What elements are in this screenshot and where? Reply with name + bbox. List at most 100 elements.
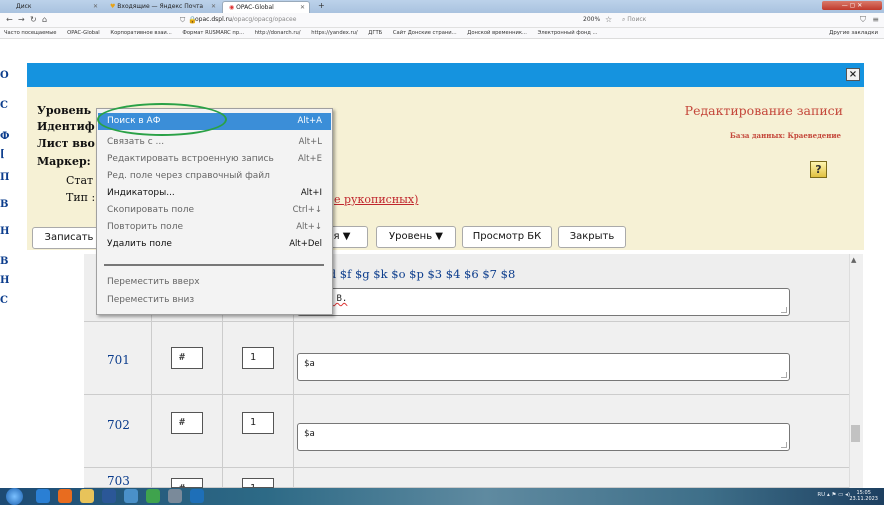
- scroll-up-icon[interactable]: ▲: [851, 256, 856, 264]
- tab-yandex-mail[interactable]: ♥ Входящие — Яндекс Почта ✕: [104, 1, 220, 13]
- menu-item-label: Индикаторы...: [107, 188, 175, 198]
- back-icon[interactable]: ←: [6, 15, 13, 24]
- menu-item-edit-via-reference[interactable]: Ред. поле через справочный файл: [98, 168, 331, 185]
- bookmark-item[interactable]: Донской временник...: [467, 30, 527, 36]
- indicator1-input[interactable]: #: [171, 478, 203, 488]
- close-icon[interactable]: ✕: [93, 3, 98, 10]
- star-icon[interactable]: ☆: [605, 15, 612, 24]
- ie-icon[interactable]: [36, 489, 50, 503]
- indicator2-input[interactable]: 1: [242, 347, 274, 369]
- scrollbar[interactable]: [849, 254, 863, 488]
- menu-icon[interactable]: ≡: [872, 15, 879, 24]
- app-icon[interactable]: [124, 489, 138, 503]
- menu-item-label: Ред. поле через справочный файл: [107, 171, 270, 181]
- field-value-input[interactable]: $a: [297, 423, 790, 451]
- left-letter: В: [0, 199, 9, 210]
- search-placeholder: Поиск: [627, 16, 647, 23]
- zoom-level[interactable]: 200%: [583, 16, 600, 23]
- pocket-icon[interactable]: ⛉: [860, 15, 866, 25]
- menu-item-label: Переместить вниз: [107, 295, 195, 305]
- view-bk-button[interactable]: Просмотр БК: [462, 226, 552, 248]
- bookmark-item[interactable]: Электронный фонд ...: [538, 30, 598, 36]
- system-tray[interactable]: RU ▴ ⚑ ▭ ◂): [817, 492, 850, 498]
- menu-separator: [104, 264, 324, 266]
- bookmarks-bar: Часто посещаемые OPAC-Global Корпоративн…: [0, 28, 884, 39]
- bookmark-item[interactable]: ДГТБ: [368, 30, 382, 36]
- word-icon[interactable]: [102, 489, 116, 503]
- other-bookmarks[interactable]: Другие закладки: [829, 28, 878, 39]
- field-tag: 703: [107, 474, 130, 488]
- left-letter: [: [0, 149, 5, 160]
- bookmark-item[interactable]: https://yandex.ru/: [311, 30, 357, 36]
- field-tag: 702: [107, 418, 130, 432]
- menu-item-label: Связать с ...: [107, 137, 165, 147]
- menu-item-move-up[interactable]: Переместить вверх: [98, 274, 331, 291]
- field-value-input[interactable]: $a: [297, 353, 790, 381]
- field-value-text: $a: [304, 359, 315, 369]
- folder-icon[interactable]: [80, 489, 94, 503]
- tab-label: Диск: [16, 3, 32, 10]
- menu-item-label: Повторить поле: [107, 222, 183, 232]
- tab-opac-global[interactable]: ◉ OPAC-Global ✕: [222, 1, 310, 13]
- start-button[interactable]: [6, 488, 23, 505]
- close-icon[interactable]: ✕: [211, 3, 216, 10]
- menu-item-shortcut: Alt+E: [297, 154, 322, 164]
- browser-tab-bar: Диск ✕ ♥ Входящие — Яндекс Почта ✕ ◉ OPAC-…: [0, 0, 884, 13]
- clock[interactable]: 15:05 23.11.2023: [849, 490, 878, 502]
- menu-item-link-with[interactable]: Связать с ... Alt+L: [98, 134, 331, 151]
- tab-disk[interactable]: Диск ✕: [10, 1, 102, 13]
- tab-label: OPAC-Global: [236, 4, 274, 11]
- context-menu: Поиск в АФ Alt+A Связать с ... Alt+L Редак…: [96, 108, 333, 315]
- bookmark-item[interactable]: Корпоративное взаи...: [110, 30, 171, 36]
- menu-item-shortcut: Alt+L: [298, 137, 322, 147]
- bookmark-item[interactable]: OPAC-Global: [67, 30, 100, 36]
- menu-item-edit-embedded[interactable]: Редактировать встроенную запись Alt+E: [98, 151, 331, 168]
- menu-item-label: Редактировать встроенную запись: [107, 154, 274, 164]
- scroll-thumb[interactable]: [851, 425, 860, 442]
- modal-close-button[interactable]: ×: [846, 68, 860, 81]
- indicator2-input[interactable]: 1: [242, 412, 274, 434]
- url-domain: opac.dspl.ru: [195, 16, 232, 23]
- bookmark-item[interactable]: http://donarch.ru/: [255, 30, 301, 36]
- database-label: База данных: Краеведение: [729, 131, 841, 140]
- bookmark-item[interactable]: Формат RUSMARC пр...: [182, 30, 244, 36]
- window-controls[interactable]: — ▢ ✕: [822, 1, 882, 10]
- search-input[interactable]: ⌕ Поиск: [622, 16, 646, 24]
- close-icon[interactable]: ✕: [300, 4, 305, 11]
- indicator1-input[interactable]: #: [171, 347, 203, 369]
- menu-item-copy-field[interactable]: Скопировать поле Ctrl+↓: [98, 202, 331, 219]
- indicator2-input[interactable]: 1: [242, 478, 274, 488]
- app-icon[interactable]: [168, 489, 182, 503]
- type-label: Тип :: [66, 191, 96, 204]
- menu-item-repeat-field[interactable]: Повторить поле Alt+↓: [98, 219, 331, 236]
- home-icon[interactable]: ⌂: [42, 15, 47, 24]
- menu-item-shortcut: Alt+A: [297, 116, 322, 126]
- address-bar[interactable]: opac.dspl.ru/opacg/opacg/opacee: [195, 14, 430, 26]
- menu-item-shortcut: Alt+Del: [289, 239, 322, 249]
- close-button[interactable]: Закрыть: [558, 226, 626, 248]
- forward-icon[interactable]: →: [18, 15, 25, 24]
- app-icon[interactable]: [190, 489, 204, 503]
- menu-item-label: Переместить вверх: [107, 277, 200, 287]
- menu-item-delete-field[interactable]: Удалить поле Alt+Del: [98, 236, 331, 253]
- menu-item-label: Удалить поле: [107, 239, 172, 249]
- level-dropdown-button[interactable]: Уровень ▼: [376, 226, 456, 248]
- record-type-link[interactable]: е рукописных): [334, 193, 418, 206]
- firefox-icon[interactable]: [58, 489, 72, 503]
- new-tab-button[interactable]: +: [318, 1, 325, 10]
- menu-item-move-down[interactable]: Переместить вниз: [98, 292, 331, 309]
- entry-sheet-label: Лист вво: [37, 137, 95, 150]
- save-button[interactable]: Записать: [32, 227, 106, 249]
- modal-header: [27, 63, 864, 87]
- status-label: Стат: [66, 174, 94, 187]
- indicator1-input[interactable]: #: [171, 412, 203, 434]
- menu-item-shortcut: Alt+↓: [296, 222, 322, 232]
- menu-item-indicators[interactable]: Индикаторы... Alt+I: [98, 185, 331, 202]
- left-letter: С: [0, 100, 8, 111]
- reload-icon[interactable]: ↻: [30, 15, 37, 24]
- bookmark-item[interactable]: Сайт Донские страни...: [393, 30, 457, 36]
- help-icon[interactable]: ?: [810, 161, 827, 178]
- app-icon[interactable]: [146, 489, 160, 503]
- bookmark-item[interactable]: Часто посещаемые: [4, 30, 57, 36]
- field-value-input[interactable]: инова В.: [297, 288, 790, 316]
